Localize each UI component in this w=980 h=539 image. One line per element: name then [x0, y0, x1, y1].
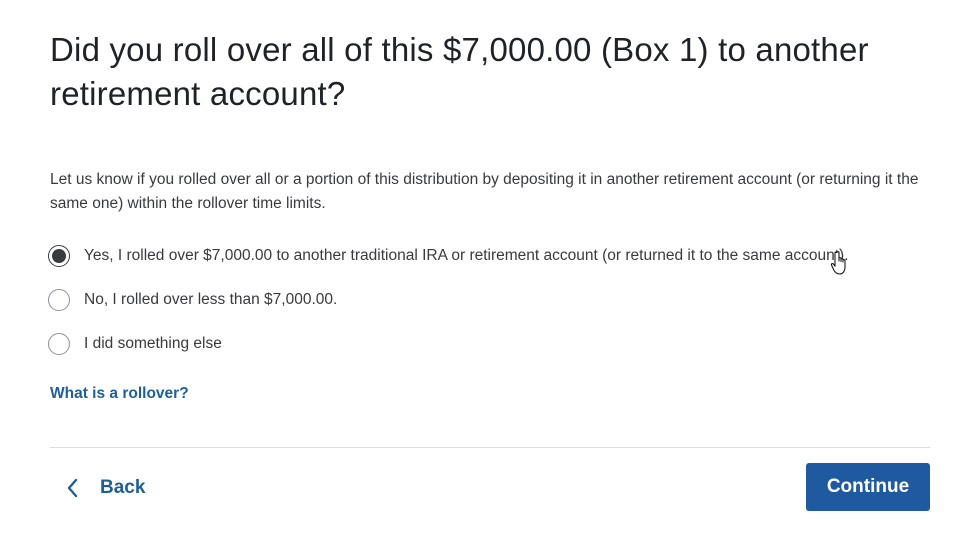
back-label: Back	[100, 477, 146, 498]
page-title: Did you roll over all of this $7,000.00 …	[50, 31, 869, 112]
radio-button-selected[interactable]	[48, 245, 70, 267]
radio-dot	[52, 249, 66, 263]
intro-text: Let us know if you rolled over all or a …	[50, 171, 919, 212]
what-is-rollover-link[interactable]: What is a rollover?	[50, 385, 189, 403]
option-label: I did something else	[84, 335, 222, 352]
rollover-options-group: Yes, I rolled over $7,000.00 to another …	[48, 240, 948, 372]
option-yes-rolled-over-all[interactable]: Yes, I rolled over $7,000.00 to another …	[48, 240, 948, 272]
option-no-rolled-over-less[interactable]: No, I rolled over less than $7,000.00.	[48, 284, 948, 316]
option-something-else[interactable]: I did something else	[48, 328, 948, 360]
option-label: Yes, I rolled over $7,000.00 to another …	[84, 247, 849, 264]
continue-button[interactable]: Continue	[806, 463, 930, 511]
back-button[interactable]: Back	[66, 466, 145, 510]
radio-button[interactable]	[48, 333, 70, 355]
footer-divider	[50, 447, 930, 448]
option-label: No, I rolled over less than $7,000.00.	[84, 291, 338, 308]
chevron-left-icon	[67, 478, 78, 498]
radio-button[interactable]	[48, 289, 70, 311]
